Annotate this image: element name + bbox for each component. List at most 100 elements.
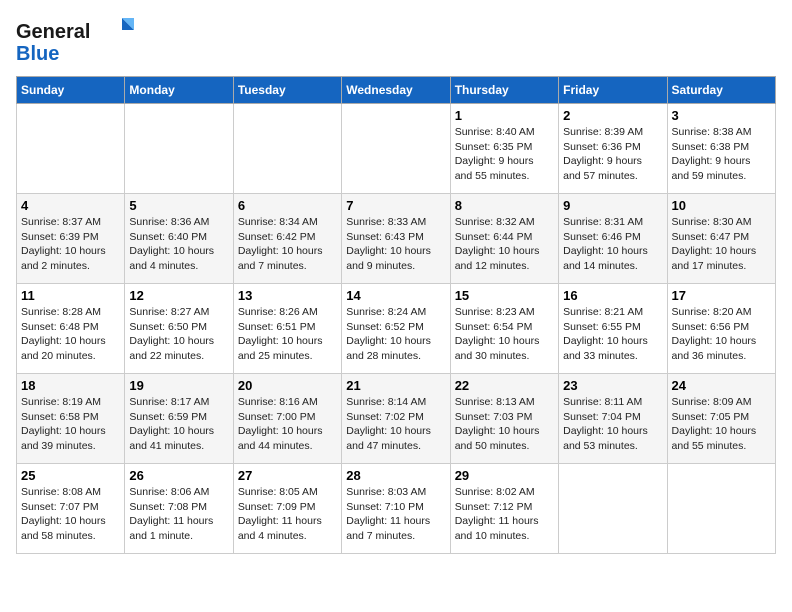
day-number: 1 bbox=[455, 108, 554, 123]
day-number: 14 bbox=[346, 288, 445, 303]
day-info: Sunrise: 8:24 AM Sunset: 6:52 PM Dayligh… bbox=[346, 305, 445, 364]
calendar-cell bbox=[342, 104, 450, 194]
calendar-cell: 7 Sunrise: 8:33 AM Sunset: 6:43 PM Daylig… bbox=[342, 194, 450, 284]
day-info: Sunrise: 8:34 AM Sunset: 6:42 PM Dayligh… bbox=[238, 215, 337, 274]
day-info: Sunrise: 8:14 AM Sunset: 7:02 PM Dayligh… bbox=[346, 395, 445, 454]
calendar-cell: 22 Sunrise: 8:13 AM Sunset: 7:03 PM Dayli… bbox=[450, 374, 558, 464]
calendar-table: SundayMondayTuesdayWednesdayThursdayFrid… bbox=[16, 76, 776, 554]
calendar-cell: 5 Sunrise: 8:36 AM Sunset: 6:40 PM Daylig… bbox=[125, 194, 233, 284]
day-number: 13 bbox=[238, 288, 337, 303]
day-info: Sunrise: 8:05 AM Sunset: 7:09 PM Dayligh… bbox=[238, 485, 337, 544]
day-info: Sunrise: 8:03 AM Sunset: 7:10 PM Dayligh… bbox=[346, 485, 445, 544]
day-info: Sunrise: 8:06 AM Sunset: 7:08 PM Dayligh… bbox=[129, 485, 228, 544]
calendar-header-row: SundayMondayTuesdayWednesdayThursdayFrid… bbox=[17, 77, 776, 104]
calendar-cell bbox=[233, 104, 341, 194]
day-number: 28 bbox=[346, 468, 445, 483]
day-info: Sunrise: 8:13 AM Sunset: 7:03 PM Dayligh… bbox=[455, 395, 554, 454]
day-number: 20 bbox=[238, 378, 337, 393]
calendar-cell: 4 Sunrise: 8:37 AM Sunset: 6:39 PM Daylig… bbox=[17, 194, 125, 284]
calendar-cell: 1 Sunrise: 8:40 AM Sunset: 6:35 PM Daylig… bbox=[450, 104, 558, 194]
calendar-cell: 28 Sunrise: 8:03 AM Sunset: 7:10 PM Dayli… bbox=[342, 464, 450, 554]
svg-text:General: General bbox=[16, 21, 90, 43]
calendar-cell: 24 Sunrise: 8:09 AM Sunset: 7:05 PM Dayli… bbox=[667, 374, 775, 464]
day-number: 11 bbox=[21, 288, 120, 303]
day-info: Sunrise: 8:17 AM Sunset: 6:59 PM Dayligh… bbox=[129, 395, 228, 454]
calendar-weekday-tuesday: Tuesday bbox=[233, 77, 341, 104]
day-info: Sunrise: 8:02 AM Sunset: 7:12 PM Dayligh… bbox=[455, 485, 554, 544]
calendar-weekday-friday: Friday bbox=[559, 77, 667, 104]
calendar-cell: 12 Sunrise: 8:27 AM Sunset: 6:50 PM Dayli… bbox=[125, 284, 233, 374]
day-number: 12 bbox=[129, 288, 228, 303]
day-info: Sunrise: 8:09 AM Sunset: 7:05 PM Dayligh… bbox=[672, 395, 771, 454]
calendar-cell: 19 Sunrise: 8:17 AM Sunset: 6:59 PM Dayli… bbox=[125, 374, 233, 464]
calendar-cell: 10 Sunrise: 8:30 AM Sunset: 6:47 PM Dayli… bbox=[667, 194, 775, 284]
day-number: 29 bbox=[455, 468, 554, 483]
day-info: Sunrise: 8:37 AM Sunset: 6:39 PM Dayligh… bbox=[21, 215, 120, 274]
calendar-cell: 17 Sunrise: 8:20 AM Sunset: 6:56 PM Dayli… bbox=[667, 284, 775, 374]
day-number: 16 bbox=[563, 288, 662, 303]
calendar-week-row: 25 Sunrise: 8:08 AM Sunset: 7:07 PM Dayli… bbox=[17, 464, 776, 554]
day-number: 4 bbox=[21, 198, 120, 213]
day-number: 10 bbox=[672, 198, 771, 213]
calendar-cell: 6Sunrise: 8:34 AM Sunset: 6:42 PM Daylig… bbox=[233, 194, 341, 284]
day-info: Sunrise: 8:08 AM Sunset: 7:07 PM Dayligh… bbox=[21, 485, 120, 544]
calendar-weekday-thursday: Thursday bbox=[450, 77, 558, 104]
calendar-cell: 13 Sunrise: 8:26 AM Sunset: 6:51 PM Dayli… bbox=[233, 284, 341, 374]
calendar-cell: 14 Sunrise: 8:24 AM Sunset: 6:52 PM Dayli… bbox=[342, 284, 450, 374]
day-info: Sunrise: 8:31 AM Sunset: 6:46 PM Dayligh… bbox=[563, 215, 662, 274]
calendar-weekday-wednesday: Wednesday bbox=[342, 77, 450, 104]
svg-text:Blue: Blue bbox=[16, 43, 59, 65]
calendar-week-row: 1 Sunrise: 8:40 AM Sunset: 6:35 PM Daylig… bbox=[17, 104, 776, 194]
calendar-cell: 20 Sunrise: 8:16 AM Sunset: 7:00 PM Dayli… bbox=[233, 374, 341, 464]
day-info: Sunrise: 8:30 AM Sunset: 6:47 PM Dayligh… bbox=[672, 215, 771, 274]
day-number: 5 bbox=[129, 198, 228, 213]
day-info: Sunrise: 8:20 AM Sunset: 6:56 PM Dayligh… bbox=[672, 305, 771, 364]
day-info: Sunrise: 8:40 AM Sunset: 6:35 PM Dayligh… bbox=[455, 125, 554, 184]
day-info: Sunrise: 8:19 AM Sunset: 6:58 PM Dayligh… bbox=[21, 395, 120, 454]
day-info: Sunrise: 8:36 AM Sunset: 6:40 PM Dayligh… bbox=[129, 215, 228, 274]
calendar-cell: 25 Sunrise: 8:08 AM Sunset: 7:07 PM Dayli… bbox=[17, 464, 125, 554]
calendar-cell: 29 Sunrise: 8:02 AM Sunset: 7:12 PM Dayli… bbox=[450, 464, 558, 554]
day-number: 3 bbox=[672, 108, 771, 123]
day-number: 26 bbox=[129, 468, 228, 483]
calendar-cell bbox=[17, 104, 125, 194]
calendar-cell bbox=[125, 104, 233, 194]
day-number: 25 bbox=[21, 468, 120, 483]
calendar-cell: 16 Sunrise: 8:21 AM Sunset: 6:55 PM Dayli… bbox=[559, 284, 667, 374]
day-info: Sunrise: 8:26 AM Sunset: 6:51 PM Dayligh… bbox=[238, 305, 337, 364]
day-info: Sunrise: 8:39 AM Sunset: 6:36 PM Dayligh… bbox=[563, 125, 662, 184]
calendar-week-row: 11Sunrise: 8:28 AM Sunset: 6:48 PM Dayli… bbox=[17, 284, 776, 374]
day-number: 21 bbox=[346, 378, 445, 393]
calendar-cell: 15Sunrise: 8:23 AM Sunset: 6:54 PM Dayli… bbox=[450, 284, 558, 374]
day-number: 27 bbox=[238, 468, 337, 483]
day-info: Sunrise: 8:33 AM Sunset: 6:43 PM Dayligh… bbox=[346, 215, 445, 274]
day-number: 17 bbox=[672, 288, 771, 303]
calendar-cell: 27 Sunrise: 8:05 AM Sunset: 7:09 PM Dayli… bbox=[233, 464, 341, 554]
day-number: 18 bbox=[21, 378, 120, 393]
day-info: Sunrise: 8:21 AM Sunset: 6:55 PM Dayligh… bbox=[563, 305, 662, 364]
day-number: 8 bbox=[455, 198, 554, 213]
calendar-weekday-saturday: Saturday bbox=[667, 77, 775, 104]
calendar-week-row: 18 Sunrise: 8:19 AM Sunset: 6:58 PM Dayli… bbox=[17, 374, 776, 464]
calendar-cell: 11Sunrise: 8:28 AM Sunset: 6:48 PM Dayli… bbox=[17, 284, 125, 374]
day-info: Sunrise: 8:27 AM Sunset: 6:50 PM Dayligh… bbox=[129, 305, 228, 364]
calendar-cell: 2 Sunrise: 8:39 AM Sunset: 6:36 PM Daylig… bbox=[559, 104, 667, 194]
day-number: 9 bbox=[563, 198, 662, 213]
day-number: 15 bbox=[455, 288, 554, 303]
calendar-cell: 3Sunrise: 8:38 AM Sunset: 6:38 PM Daylig… bbox=[667, 104, 775, 194]
calendar-week-row: 4 Sunrise: 8:37 AM Sunset: 6:39 PM Daylig… bbox=[17, 194, 776, 284]
day-number: 2 bbox=[563, 108, 662, 123]
day-number: 23 bbox=[563, 378, 662, 393]
day-info: Sunrise: 8:16 AM Sunset: 7:00 PM Dayligh… bbox=[238, 395, 337, 454]
calendar-cell: 18 Sunrise: 8:19 AM Sunset: 6:58 PM Dayli… bbox=[17, 374, 125, 464]
day-number: 22 bbox=[455, 378, 554, 393]
day-number: 19 bbox=[129, 378, 228, 393]
calendar-cell bbox=[559, 464, 667, 554]
day-number: 24 bbox=[672, 378, 771, 393]
calendar-cell bbox=[667, 464, 775, 554]
day-number: 7 bbox=[346, 198, 445, 213]
calendar-cell: 23 Sunrise: 8:11 AM Sunset: 7:04 PM Dayli… bbox=[559, 374, 667, 464]
logo-svg: General Blue bbox=[16, 16, 136, 66]
logo: General Blue bbox=[16, 16, 136, 66]
day-info: Sunrise: 8:11 AM Sunset: 7:04 PM Dayligh… bbox=[563, 395, 662, 454]
